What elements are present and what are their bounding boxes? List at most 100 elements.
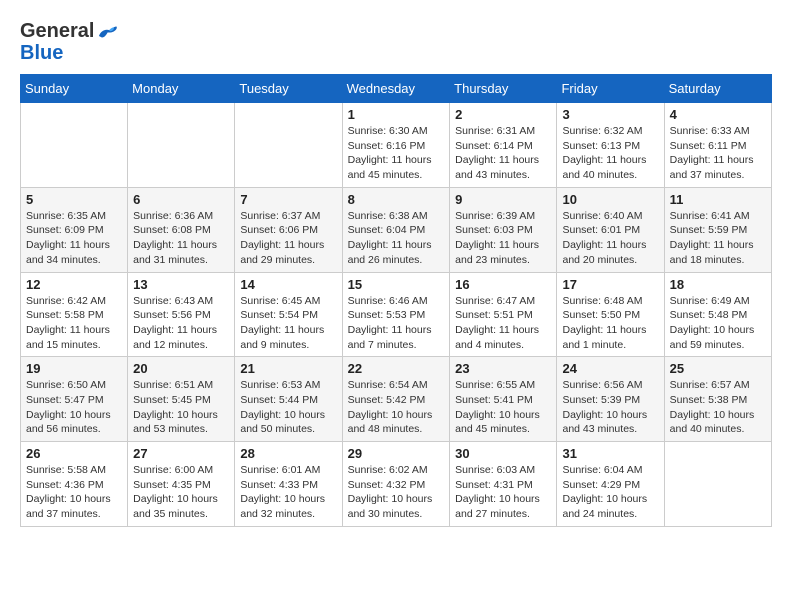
day-number: 4 (670, 107, 766, 122)
calendar-cell: 4Sunrise: 6:33 AM Sunset: 6:11 PM Daylig… (664, 103, 771, 188)
calendar-cell: 8 Sunrise: 6:38 AM Sunset: 6:04 PM Daylig… (342, 187, 450, 272)
logo-bird-icon (96, 22, 118, 42)
day-info: Sunrise: 6:55 AM Sunset: 5:41 PM Dayligh… (455, 378, 551, 437)
calendar-week-row: 5 Sunrise: 6:35 AM Sunset: 6:09 PM Daylig… (21, 187, 772, 272)
day-info: Sunrise: 6:00 AM Sunset: 4:35 PM Dayligh… (133, 463, 229, 522)
day-info: Sunrise: 6:03 AM Sunset: 4:31 PM Dayligh… (455, 463, 551, 522)
calendar-cell (664, 442, 771, 527)
calendar-week-row: 19Sunrise: 6:50 AM Sunset: 5:47 PM Dayli… (21, 357, 772, 442)
calendar-cell: 29Sunrise: 6:02 AM Sunset: 4:32 PM Dayli… (342, 442, 450, 527)
day-info: Sunrise: 6:01 AM Sunset: 4:33 PM Dayligh… (240, 463, 336, 522)
day-number: 6 (133, 192, 229, 207)
calendar-day-header: Tuesday (235, 75, 342, 103)
day-number: 9 (455, 192, 551, 207)
day-number: 15 (348, 277, 445, 292)
day-info: Sunrise: 6:54 AM Sunset: 5:42 PM Dayligh… (348, 378, 445, 437)
day-number: 2 (455, 107, 551, 122)
day-number: 19 (26, 361, 122, 376)
day-number: 24 (562, 361, 658, 376)
day-number: 10 (562, 192, 658, 207)
calendar-cell: 18 Sunrise: 6:49 AM Sunset: 5:48 PM Dayli… (664, 272, 771, 357)
calendar-cell: 27 Sunrise: 6:00 AM Sunset: 4:35 PM Dayli… (128, 442, 235, 527)
day-info: Sunrise: 6:53 AM Sunset: 5:44 PM Dayligh… (240, 378, 336, 437)
day-number: 1 (348, 107, 445, 122)
calendar-cell: 22 Sunrise: 6:54 AM Sunset: 5:42 PM Dayli… (342, 357, 450, 442)
day-info: Sunrise: 6:45 AM Sunset: 5:54 PM Dayligh… (240, 294, 336, 353)
calendar-cell: 1 Sunrise: 6:30 AM Sunset: 6:16 PM Daylig… (342, 103, 450, 188)
day-info: Sunrise: 6:30 AM Sunset: 6:16 PM Dayligh… (348, 124, 445, 183)
calendar-cell: 7 Sunrise: 6:37 AM Sunset: 6:06 PM Daylig… (235, 187, 342, 272)
calendar-cell (21, 103, 128, 188)
day-number: 14 (240, 277, 336, 292)
day-info: Sunrise: 6:36 AM Sunset: 6:08 PM Dayligh… (133, 209, 229, 268)
day-info: Sunrise: 6:51 AM Sunset: 5:45 PM Dayligh… (133, 378, 229, 437)
day-info: Sunrise: 6:56 AM Sunset: 5:39 PM Dayligh… (562, 378, 658, 437)
day-number: 29 (348, 446, 445, 461)
day-info: Sunrise: 6:31 AM Sunset: 6:14 PM Dayligh… (455, 124, 551, 183)
day-info: Sunrise: 6:42 AM Sunset: 5:58 PM Dayligh… (26, 294, 122, 353)
day-number: 5 (26, 192, 122, 207)
calendar-cell: 15 Sunrise: 6:46 AM Sunset: 5:53 PM Dayli… (342, 272, 450, 357)
day-info: Sunrise: 6:47 AM Sunset: 5:51 PM Dayligh… (455, 294, 551, 353)
day-number: 22 (348, 361, 445, 376)
calendar-table: SundayMondayTuesdayWednesdayThursdayFrid… (20, 74, 772, 527)
day-info: Sunrise: 6:35 AM Sunset: 6:09 PM Dayligh… (26, 209, 122, 268)
calendar-cell: 31Sunrise: 6:04 AM Sunset: 4:29 PM Dayli… (557, 442, 664, 527)
day-number: 23 (455, 361, 551, 376)
calendar-week-row: 26 Sunrise: 5:58 AM Sunset: 4:36 PM Dayli… (21, 442, 772, 527)
day-number: 17 (562, 277, 658, 292)
day-number: 21 (240, 361, 336, 376)
calendar-cell: 6 Sunrise: 6:36 AM Sunset: 6:08 PM Daylig… (128, 187, 235, 272)
day-number: 31 (562, 446, 658, 461)
day-number: 13 (133, 277, 229, 292)
calendar-cell: 17 Sunrise: 6:48 AM Sunset: 5:50 PM Dayli… (557, 272, 664, 357)
day-number: 8 (348, 192, 445, 207)
calendar-day-header: Sunday (21, 75, 128, 103)
calendar-day-header: Saturday (664, 75, 771, 103)
day-number: 16 (455, 277, 551, 292)
day-number: 18 (670, 277, 766, 292)
calendar-day-header: Thursday (450, 75, 557, 103)
day-info: Sunrise: 6:49 AM Sunset: 5:48 PM Dayligh… (670, 294, 766, 353)
calendar-cell: 23 Sunrise: 6:55 AM Sunset: 5:41 PM Dayli… (450, 357, 557, 442)
day-number: 20 (133, 361, 229, 376)
day-info: Sunrise: 6:38 AM Sunset: 6:04 PM Dayligh… (348, 209, 445, 268)
day-info: Sunrise: 6:46 AM Sunset: 5:53 PM Dayligh… (348, 294, 445, 353)
calendar-cell: 20 Sunrise: 6:51 AM Sunset: 5:45 PM Dayli… (128, 357, 235, 442)
day-info: Sunrise: 6:57 AM Sunset: 5:38 PM Dayligh… (670, 378, 766, 437)
calendar-cell: 19Sunrise: 6:50 AM Sunset: 5:47 PM Dayli… (21, 357, 128, 442)
day-info: Sunrise: 5:58 AM Sunset: 4:36 PM Dayligh… (26, 463, 122, 522)
logo-blue-text: Blue (20, 42, 63, 64)
calendar-cell: 26 Sunrise: 5:58 AM Sunset: 4:36 PM Dayli… (21, 442, 128, 527)
calendar-cell: 21 Sunrise: 6:53 AM Sunset: 5:44 PM Dayli… (235, 357, 342, 442)
day-number: 30 (455, 446, 551, 461)
day-number: 12 (26, 277, 122, 292)
day-info: Sunrise: 6:39 AM Sunset: 6:03 PM Dayligh… (455, 209, 551, 268)
day-info: Sunrise: 6:48 AM Sunset: 5:50 PM Dayligh… (562, 294, 658, 353)
calendar-cell: 12 Sunrise: 6:42 AM Sunset: 5:58 PM Dayli… (21, 272, 128, 357)
day-info: Sunrise: 6:43 AM Sunset: 5:56 PM Dayligh… (133, 294, 229, 353)
header-area: General Blue (20, 20, 772, 64)
calendar-cell (128, 103, 235, 188)
calendar-cell: 5 Sunrise: 6:35 AM Sunset: 6:09 PM Daylig… (21, 187, 128, 272)
day-number: 26 (26, 446, 122, 461)
calendar-week-row: 12 Sunrise: 6:42 AM Sunset: 5:58 PM Dayli… (21, 272, 772, 357)
day-info: Sunrise: 6:37 AM Sunset: 6:06 PM Dayligh… (240, 209, 336, 268)
calendar-cell: 3Sunrise: 6:32 AM Sunset: 6:13 PM Daylig… (557, 103, 664, 188)
calendar-cell: 30 Sunrise: 6:03 AM Sunset: 4:31 PM Dayli… (450, 442, 557, 527)
day-number: 27 (133, 446, 229, 461)
calendar-cell: 16 Sunrise: 6:47 AM Sunset: 5:51 PM Dayli… (450, 272, 557, 357)
day-number: 28 (240, 446, 336, 461)
day-number: 25 (670, 361, 766, 376)
day-info: Sunrise: 6:32 AM Sunset: 6:13 PM Dayligh… (562, 124, 658, 183)
calendar-cell: 10Sunrise: 6:40 AM Sunset: 6:01 PM Dayli… (557, 187, 664, 272)
day-number: 7 (240, 192, 336, 207)
calendar-cell (235, 103, 342, 188)
calendar-cell: 25 Sunrise: 6:57 AM Sunset: 5:38 PM Dayli… (664, 357, 771, 442)
calendar-cell: 28 Sunrise: 6:01 AM Sunset: 4:33 PM Dayli… (235, 442, 342, 527)
calendar-cell: 2 Sunrise: 6:31 AM Sunset: 6:14 PM Daylig… (450, 103, 557, 188)
calendar-week-row: 1 Sunrise: 6:30 AM Sunset: 6:16 PM Daylig… (21, 103, 772, 188)
day-info: Sunrise: 6:41 AM Sunset: 5:59 PM Dayligh… (670, 209, 766, 268)
page-container: General Blue SundayMondayTuesdayWednesda… (0, 0, 792, 537)
calendar-day-header: Wednesday (342, 75, 450, 103)
